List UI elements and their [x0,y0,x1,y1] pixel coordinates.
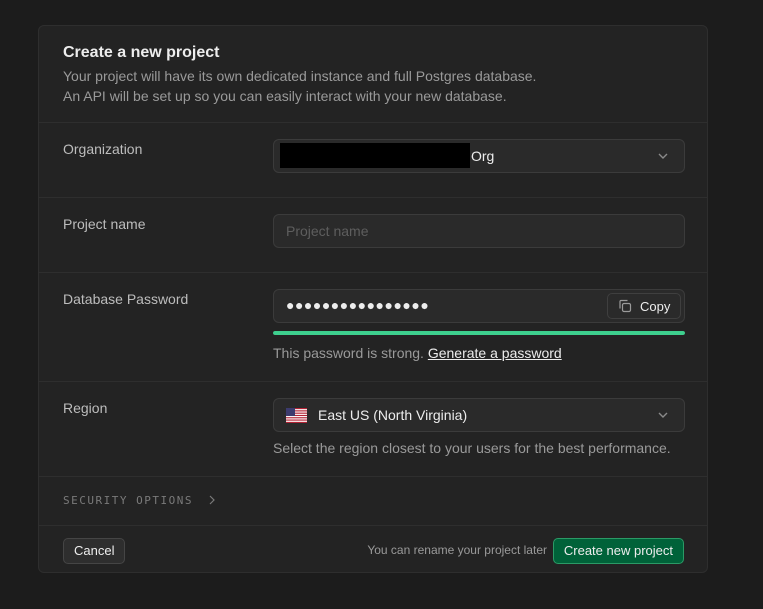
cancel-button[interactable]: Cancel [63,538,126,564]
copy-label: Copy [640,299,671,314]
project-name-placeholder: Project name [286,223,369,239]
chevron-right-icon [209,495,215,505]
security-options-toggle[interactable]: SECURITY OPTIONS [63,494,217,507]
password-strength-message: This password is strong. [273,345,424,361]
chevron-down-icon [658,412,668,418]
us-flag-icon [286,408,307,423]
region-label: Region [63,400,108,416]
project-name-row: Project name Project name [39,198,707,273]
region-row: Region East US (North Virginia) Select t… [39,382,707,477]
organization-select[interactable]: Org [273,139,685,173]
organization-row: Organization Org [39,123,707,198]
generate-password-link[interactable]: Generate a password [428,345,562,361]
redacted-org-name [280,143,470,168]
password-strength-text: This password is strong. Generate a pass… [273,345,562,361]
create-project-button[interactable]: Create new project [552,538,684,564]
dialog-subtitle-line2: An API will be set up so you can easily … [63,88,507,104]
dialog-header: Create a new project Your project will h… [39,26,707,123]
password-strength-fill [273,331,685,335]
database-password-label: Database Password [63,291,189,307]
password-masked-value: ●●●●●●●●●●●●●●●● [286,297,430,313]
chevron-down-icon [658,153,668,159]
region-value: East US (North Virginia) [318,407,468,423]
region-select[interactable]: East US (North Virginia) [273,398,685,432]
database-password-row: Database Password ●●●●●●●●●●●●●●●● Copy … [39,273,707,382]
region-help-text: Select the region closest to your users … [273,440,671,456]
create-project-dialog: Create a new project Your project will h… [38,25,708,573]
copy-password-button[interactable]: Copy [607,293,681,319]
security-options-label: SECURITY OPTIONS [63,494,193,507]
dialog-subtitle-line1: Your project will have its own dedicated… [63,68,537,84]
project-name-input[interactable]: Project name [273,214,685,248]
rename-note: You can rename your project later [367,543,547,557]
organization-label: Organization [63,141,143,157]
dialog-footer: Cancel You can rename your project later… [39,525,707,574]
database-password-input[interactable]: ●●●●●●●●●●●●●●●● Copy [273,289,685,323]
copy-icon [619,299,632,313]
dialog-title: Create a new project [63,44,220,61]
project-name-label: Project name [63,216,146,232]
organization-value: Org [471,148,495,164]
password-strength-bar [273,331,685,335]
